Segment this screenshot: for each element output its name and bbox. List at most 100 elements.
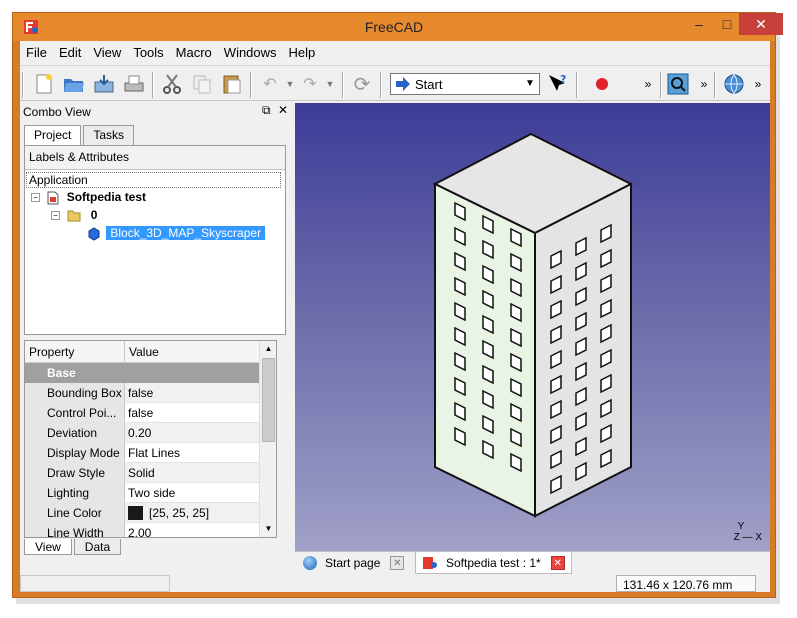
paste-icon[interactable] xyxy=(220,72,244,96)
column-property[interactable]: Property xyxy=(25,341,125,362)
copy-icon[interactable] xyxy=(190,72,214,96)
menu-macro[interactable]: Macro xyxy=(170,43,218,63)
close-window-button[interactable]: ✕ xyxy=(739,13,783,35)
tab-start-page[interactable]: Start page ✕ xyxy=(303,552,405,574)
property-row[interactable]: Control Poi... false xyxy=(25,403,259,423)
save-icon[interactable] xyxy=(92,72,116,96)
tab-start-page-label: Start page xyxy=(325,556,381,570)
property-name: Control Poi... xyxy=(25,403,125,422)
tab-project[interactable]: Project xyxy=(24,125,82,146)
macro-record-icon[interactable] xyxy=(590,72,614,96)
main-toolbar: ↶ ▼ ↷ ▼ ⟳ Start ▼ ? » » » xyxy=(20,65,770,101)
close-tab-icon[interactable]: ✕ xyxy=(390,556,405,570)
property-scrollbar[interactable]: ▲ ▼ xyxy=(259,341,276,537)
toolbar-overflow-icon[interactable]: » xyxy=(692,72,716,96)
svg-text:?: ? xyxy=(560,73,566,86)
menu-view[interactable]: View xyxy=(87,43,127,63)
document-tree: Labels & Attributes Application − Softpe… xyxy=(24,145,286,335)
web-globe-icon[interactable] xyxy=(722,72,746,96)
freecad-doc-icon xyxy=(423,556,437,569)
view-fit-all-icon[interactable] xyxy=(666,72,690,96)
tree-item-object[interactable]: Block_3D_MAP_Skyscraper xyxy=(87,226,266,242)
print-icon[interactable] xyxy=(122,72,146,96)
menu-bar: File Edit View Tools Macro Windows Help xyxy=(20,43,321,63)
property-row[interactable]: Draw Style Solid xyxy=(25,463,259,483)
menu-edit[interactable]: Edit xyxy=(53,43,87,63)
tree-header: Labels & Attributes xyxy=(25,146,285,170)
folder-icon xyxy=(67,210,81,222)
tab-view[interactable]: View xyxy=(24,539,72,555)
globe-icon xyxy=(303,556,317,570)
redo-dropdown-icon[interactable]: ▼ xyxy=(318,72,342,96)
dimension-readout: 131.46 x 120.76 mm xyxy=(616,575,756,592)
property-value[interactable]: Two side xyxy=(125,483,178,502)
cut-icon[interactable] xyxy=(160,72,184,96)
property-name: Line Color xyxy=(25,503,125,522)
whats-this-icon[interactable]: ? xyxy=(546,72,570,96)
toolbar-overflow-icon[interactable]: » xyxy=(746,72,770,96)
title-bar[interactable]: FreeCAD – □ ✕ xyxy=(13,13,783,41)
toolbar-separator xyxy=(714,72,716,98)
column-value[interactable]: Value xyxy=(125,341,259,362)
property-row[interactable]: Deviation 0.20 xyxy=(25,423,259,443)
tab-softpedia-test[interactable]: Softpedia test : 1* ✕ xyxy=(415,552,572,574)
property-name: Bounding Box xyxy=(25,383,125,402)
group-label: 0 xyxy=(90,208,98,222)
property-row[interactable]: Lighting Two side xyxy=(25,483,259,503)
property-group-base[interactable]: Base xyxy=(25,363,259,383)
3d-viewport[interactable]: Y Z — X xyxy=(295,103,770,551)
property-value[interactable]: 0.20 xyxy=(125,423,154,442)
undock-icon[interactable]: ⧉ xyxy=(262,103,271,117)
scroll-down-icon[interactable]: ▼ xyxy=(260,521,276,537)
panel-controls: ⧉ ✕ xyxy=(262,103,288,118)
collapse-icon[interactable]: − xyxy=(51,211,60,221)
property-tabs: View Data xyxy=(24,539,123,557)
collapse-icon[interactable]: − xyxy=(31,193,40,203)
toolbar-overflow-icon[interactable]: » xyxy=(636,72,660,96)
property-value[interactable]: Solid xyxy=(125,463,158,482)
combo-tabs: Project Tasks xyxy=(24,125,136,146)
tab-tasks[interactable]: Tasks xyxy=(83,125,135,145)
workbench-select[interactable]: Start ▼ xyxy=(390,73,540,95)
menu-tools[interactable]: Tools xyxy=(127,43,169,63)
arrow-right-icon xyxy=(396,77,410,91)
chevron-down-icon[interactable]: ▼ xyxy=(523,76,537,92)
menu-file[interactable]: File xyxy=(20,43,53,63)
axis-row: Z — X xyxy=(733,532,762,543)
toolbar-separator xyxy=(342,72,344,98)
workbench-label: Start xyxy=(415,76,443,92)
menu-windows[interactable]: Windows xyxy=(218,43,283,63)
axis-indicator: Y Z — X xyxy=(734,521,762,543)
tree-item-document[interactable]: − Softpedia test xyxy=(31,190,146,206)
property-row[interactable]: Line Width 2.00 xyxy=(25,523,259,538)
toolbar-grip[interactable] xyxy=(22,72,24,98)
tab-data[interactable]: Data xyxy=(73,539,122,555)
scroll-up-icon[interactable]: ▲ xyxy=(260,341,276,357)
status-message xyxy=(20,575,170,592)
menu-help[interactable]: Help xyxy=(283,43,322,63)
property-row[interactable]: Bounding Box false xyxy=(25,383,259,403)
property-value[interactable]: false xyxy=(125,383,156,402)
property-value[interactable]: [25, 25, 25] xyxy=(125,503,212,522)
close-panel-icon[interactable]: ✕ xyxy=(278,103,288,117)
refresh-icon[interactable]: ⟳ xyxy=(350,72,374,96)
document-tabs: Start page ✕ Softpedia test : 1* ✕ xyxy=(295,551,770,575)
tree-item-group[interactable]: − 0 xyxy=(51,208,97,224)
tree-item-application[interactable]: Application xyxy=(26,172,281,188)
window-title: FreeCAD xyxy=(364,19,424,35)
maximize-button[interactable]: □ xyxy=(713,13,741,35)
property-row[interactable]: Display Mode Flat Lines xyxy=(25,443,259,463)
close-tab-icon[interactable]: ✕ xyxy=(550,555,565,570)
color-swatch[interactable] xyxy=(128,505,143,520)
axis-y-label: Y xyxy=(737,521,745,532)
toolbar-separator xyxy=(380,72,382,98)
scroll-thumb[interactable] xyxy=(262,358,275,442)
property-value[interactable]: false xyxy=(125,403,156,422)
minimize-button[interactable]: – xyxy=(685,13,713,35)
property-row[interactable]: Line Color [25, 25, 25] xyxy=(25,503,259,523)
open-folder-icon[interactable] xyxy=(62,72,86,96)
property-value[interactable]: 2.00 xyxy=(125,523,154,538)
property-value[interactable]: Flat Lines xyxy=(125,443,183,462)
property-header: Property Value xyxy=(25,341,259,363)
new-document-icon[interactable] xyxy=(32,72,56,96)
